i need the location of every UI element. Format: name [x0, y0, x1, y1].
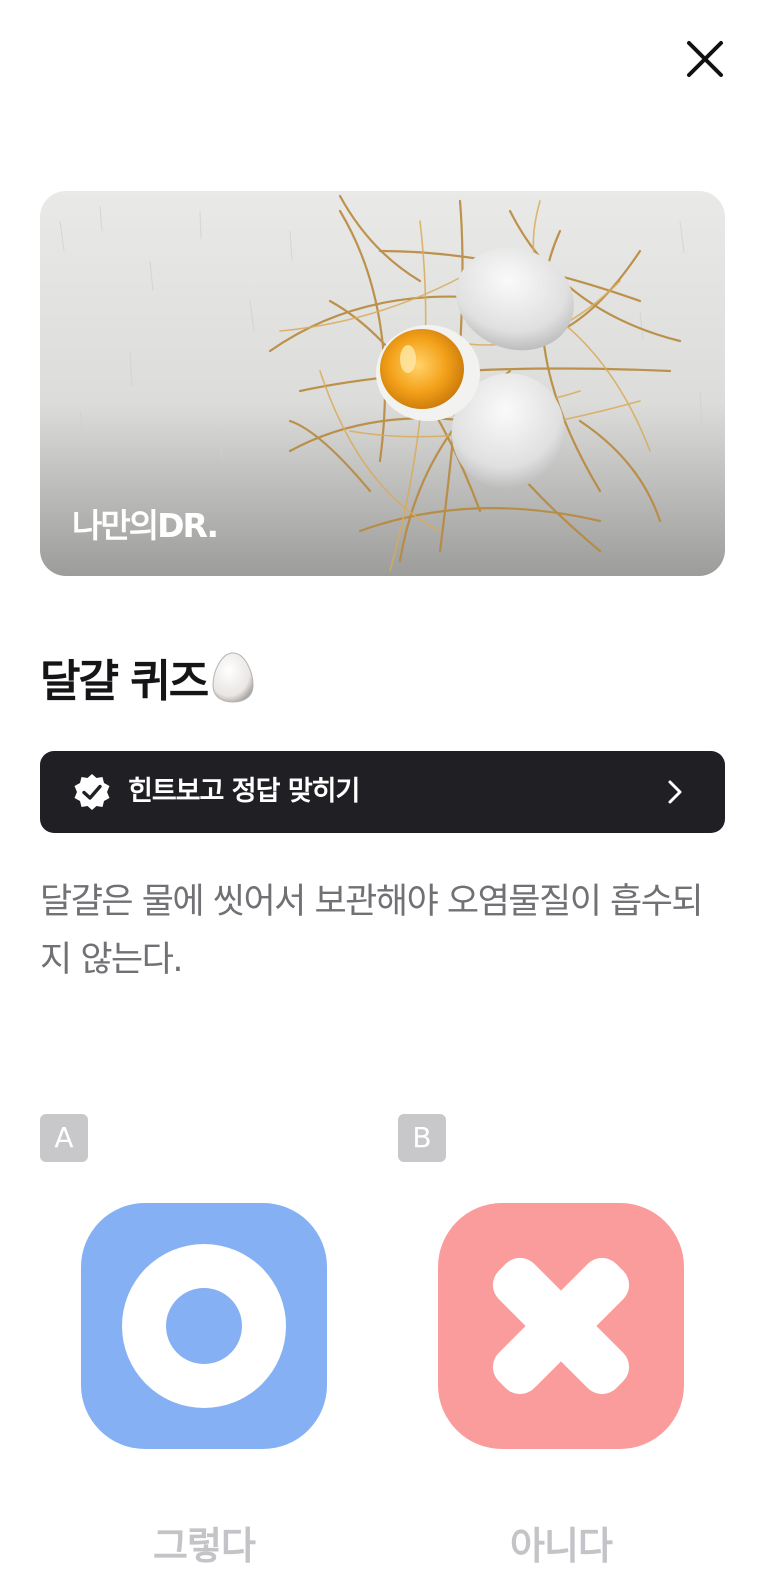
close-button[interactable] — [680, 34, 730, 84]
circle-o-icon — [122, 1244, 286, 1408]
brand-logo: 나만의DR. — [72, 506, 219, 545]
x-mark-icon — [492, 1257, 630, 1395]
hero-image: 나만의DR. — [40, 191, 725, 576]
verified-check-icon — [74, 774, 110, 810]
option-b-letter-badge: B — [398, 1114, 446, 1162]
hint-label: 힌트보고 정답 맞히기 — [128, 776, 360, 807]
option-a-label: 그렇다 — [153, 1524, 256, 1568]
egg-icon — [212, 652, 254, 703]
quiz-title-text: 달걀 퀴즈 — [40, 656, 209, 707]
option-b-label: 아니다 — [510, 1524, 613, 1568]
hint-button[interactable]: 힌트보고 정답 맞히기 — [40, 751, 725, 833]
quiz-title: 달걀 퀴즈 — [40, 645, 255, 709]
option-b-button[interactable] — [438, 1203, 684, 1449]
chevron-right-icon — [668, 780, 682, 804]
option-a-button[interactable] — [81, 1203, 327, 1449]
close-icon — [687, 41, 723, 77]
question-text: 달걀은 물에 씻어서 보관해야 오염물질이 흡수되지 않는다. — [40, 882, 704, 980]
option-a-letter-badge: A — [40, 1114, 88, 1162]
